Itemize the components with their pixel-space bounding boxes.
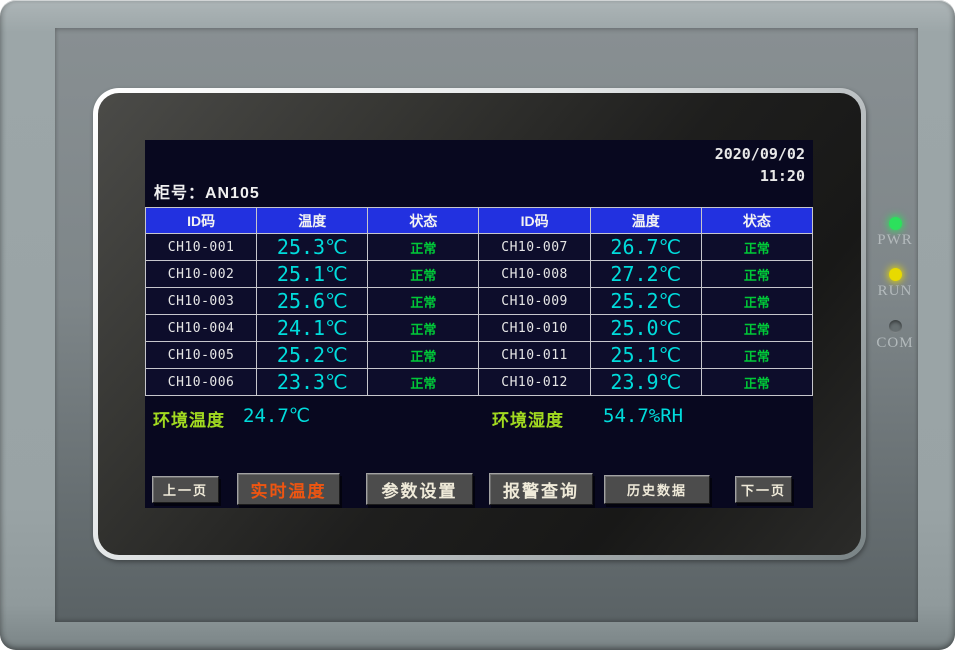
nav-button-prev-page[interactable]: 上一页: [152, 476, 219, 503]
channel-id-cell: CH10-001: [146, 234, 256, 260]
temperature-cell: 25.6℃: [257, 288, 367, 314]
status-cell: 正常: [702, 261, 812, 287]
temperature-table: ID码温度状态ID码温度状态CH10-00125.3℃正常CH10-00726.…: [145, 207, 813, 396]
channel-id-cell: CH10-008: [479, 261, 589, 287]
nav-button-realtime-temp[interactable]: 实时温度: [237, 473, 340, 505]
channel-id-cell: CH10-009: [479, 288, 589, 314]
status-cell: 正常: [702, 288, 812, 314]
led-label-com: COM: [869, 335, 921, 352]
temperature-cell: 25.2℃: [257, 342, 367, 368]
status-cell: 正常: [702, 369, 812, 395]
status-cell: 正常: [702, 342, 812, 368]
nav-button-next-page[interactable]: 下一页: [735, 476, 792, 503]
channel-id-cell: CH10-004: [146, 315, 256, 341]
status-cell: 正常: [368, 288, 478, 314]
led-label-run: RUN: [869, 283, 921, 300]
status-cell: 正常: [368, 234, 478, 260]
nav-button-history-data[interactable]: 历史数据: [604, 475, 710, 504]
status-cell: 正常: [702, 315, 812, 341]
led-group-com: COM: [869, 320, 921, 352]
temperature-cell: 25.2℃: [591, 288, 701, 314]
ambient-humidity-value: 54.7%RH: [603, 405, 683, 427]
hmi-device: 2020/09/02 11:20 柜号：AN105 ID码温度状态ID码温度状态…: [0, 0, 955, 650]
table-header-temp: 温度: [591, 208, 701, 233]
temperature-cell: 25.3℃: [257, 234, 367, 260]
table-header-temp: 温度: [257, 208, 367, 233]
temperature-cell: 25.1℃: [257, 261, 367, 287]
table-header-id: ID码: [479, 208, 589, 233]
led-group-pwr: PWR: [869, 217, 921, 249]
status-cell: 正常: [368, 369, 478, 395]
table-header-status: 状态: [702, 208, 812, 233]
channel-id-cell: CH10-003: [146, 288, 256, 314]
nav-button-alarm-query[interactable]: 报警查询: [489, 473, 593, 505]
channel-id-cell: CH10-005: [146, 342, 256, 368]
led-label-pwr: PWR: [869, 232, 921, 249]
status-cell: 正常: [702, 234, 812, 260]
table-header-status: 状态: [368, 208, 478, 233]
cabinet-id-label: 柜号：AN105: [154, 179, 260, 203]
com-led-icon: [889, 320, 902, 333]
time-display: 11:20: [760, 167, 805, 185]
ambient-humidity-label: 环境湿度: [492, 406, 564, 431]
pwr-led-icon: [889, 217, 902, 230]
status-cell: 正常: [368, 342, 478, 368]
temperature-cell: 24.1℃: [257, 315, 367, 341]
temperature-cell: 25.0℃: [591, 315, 701, 341]
temperature-cell: 25.1℃: [591, 342, 701, 368]
temperature-cell: 27.2℃: [591, 261, 701, 287]
channel-id-cell: CH10-010: [479, 315, 589, 341]
screen-glass-bezel: 2020/09/02 11:20 柜号：AN105 ID码温度状态ID码温度状态…: [98, 93, 861, 555]
channel-id-cell: CH10-007: [479, 234, 589, 260]
status-cell: 正常: [368, 261, 478, 287]
screen-bezel: 2020/09/02 11:20 柜号：AN105 ID码温度状态ID码温度状态…: [93, 88, 866, 560]
ambient-temp-value: 24.7℃: [243, 405, 310, 427]
channel-id-cell: CH10-012: [479, 369, 589, 395]
lcd-display: 2020/09/02 11:20 柜号：AN105 ID码温度状态ID码温度状态…: [145, 140, 813, 508]
status-cell: 正常: [368, 315, 478, 341]
ambient-temp-label: 环境温度: [153, 406, 225, 431]
run-led-icon: [889, 268, 902, 281]
date-display: 2020/09/02: [715, 145, 805, 163]
table-header-id: ID码: [146, 208, 256, 233]
nav-button-param-settings[interactable]: 参数设置: [366, 473, 473, 505]
temperature-cell: 23.3℃: [257, 369, 367, 395]
led-group-run: RUN: [869, 268, 921, 300]
channel-id-cell: CH10-002: [146, 261, 256, 287]
temperature-cell: 23.9℃: [591, 369, 701, 395]
channel-id-cell: CH10-006: [146, 369, 256, 395]
temperature-cell: 26.7℃: [591, 234, 701, 260]
channel-id-cell: CH10-011: [479, 342, 589, 368]
